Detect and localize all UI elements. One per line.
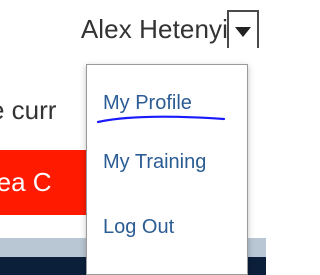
menu-item-my-profile[interactable]: My Profile	[103, 92, 192, 115]
background-text: e curr	[0, 95, 57, 125]
chevron-down-icon	[235, 27, 251, 37]
user-name[interactable]: Alex Hetenyi	[81, 14, 228, 45]
user-dropdown-menu: My Profile My Training Log Out	[86, 64, 248, 275]
menu-item-log-out[interactable]: Log Out	[103, 216, 174, 239]
alert-banner: rea C	[0, 150, 92, 215]
user-menu-toggle[interactable]	[227, 10, 259, 48]
alert-banner-text: rea C	[0, 167, 52, 197]
menu-item-my-training[interactable]: My Training	[103, 151, 206, 174]
